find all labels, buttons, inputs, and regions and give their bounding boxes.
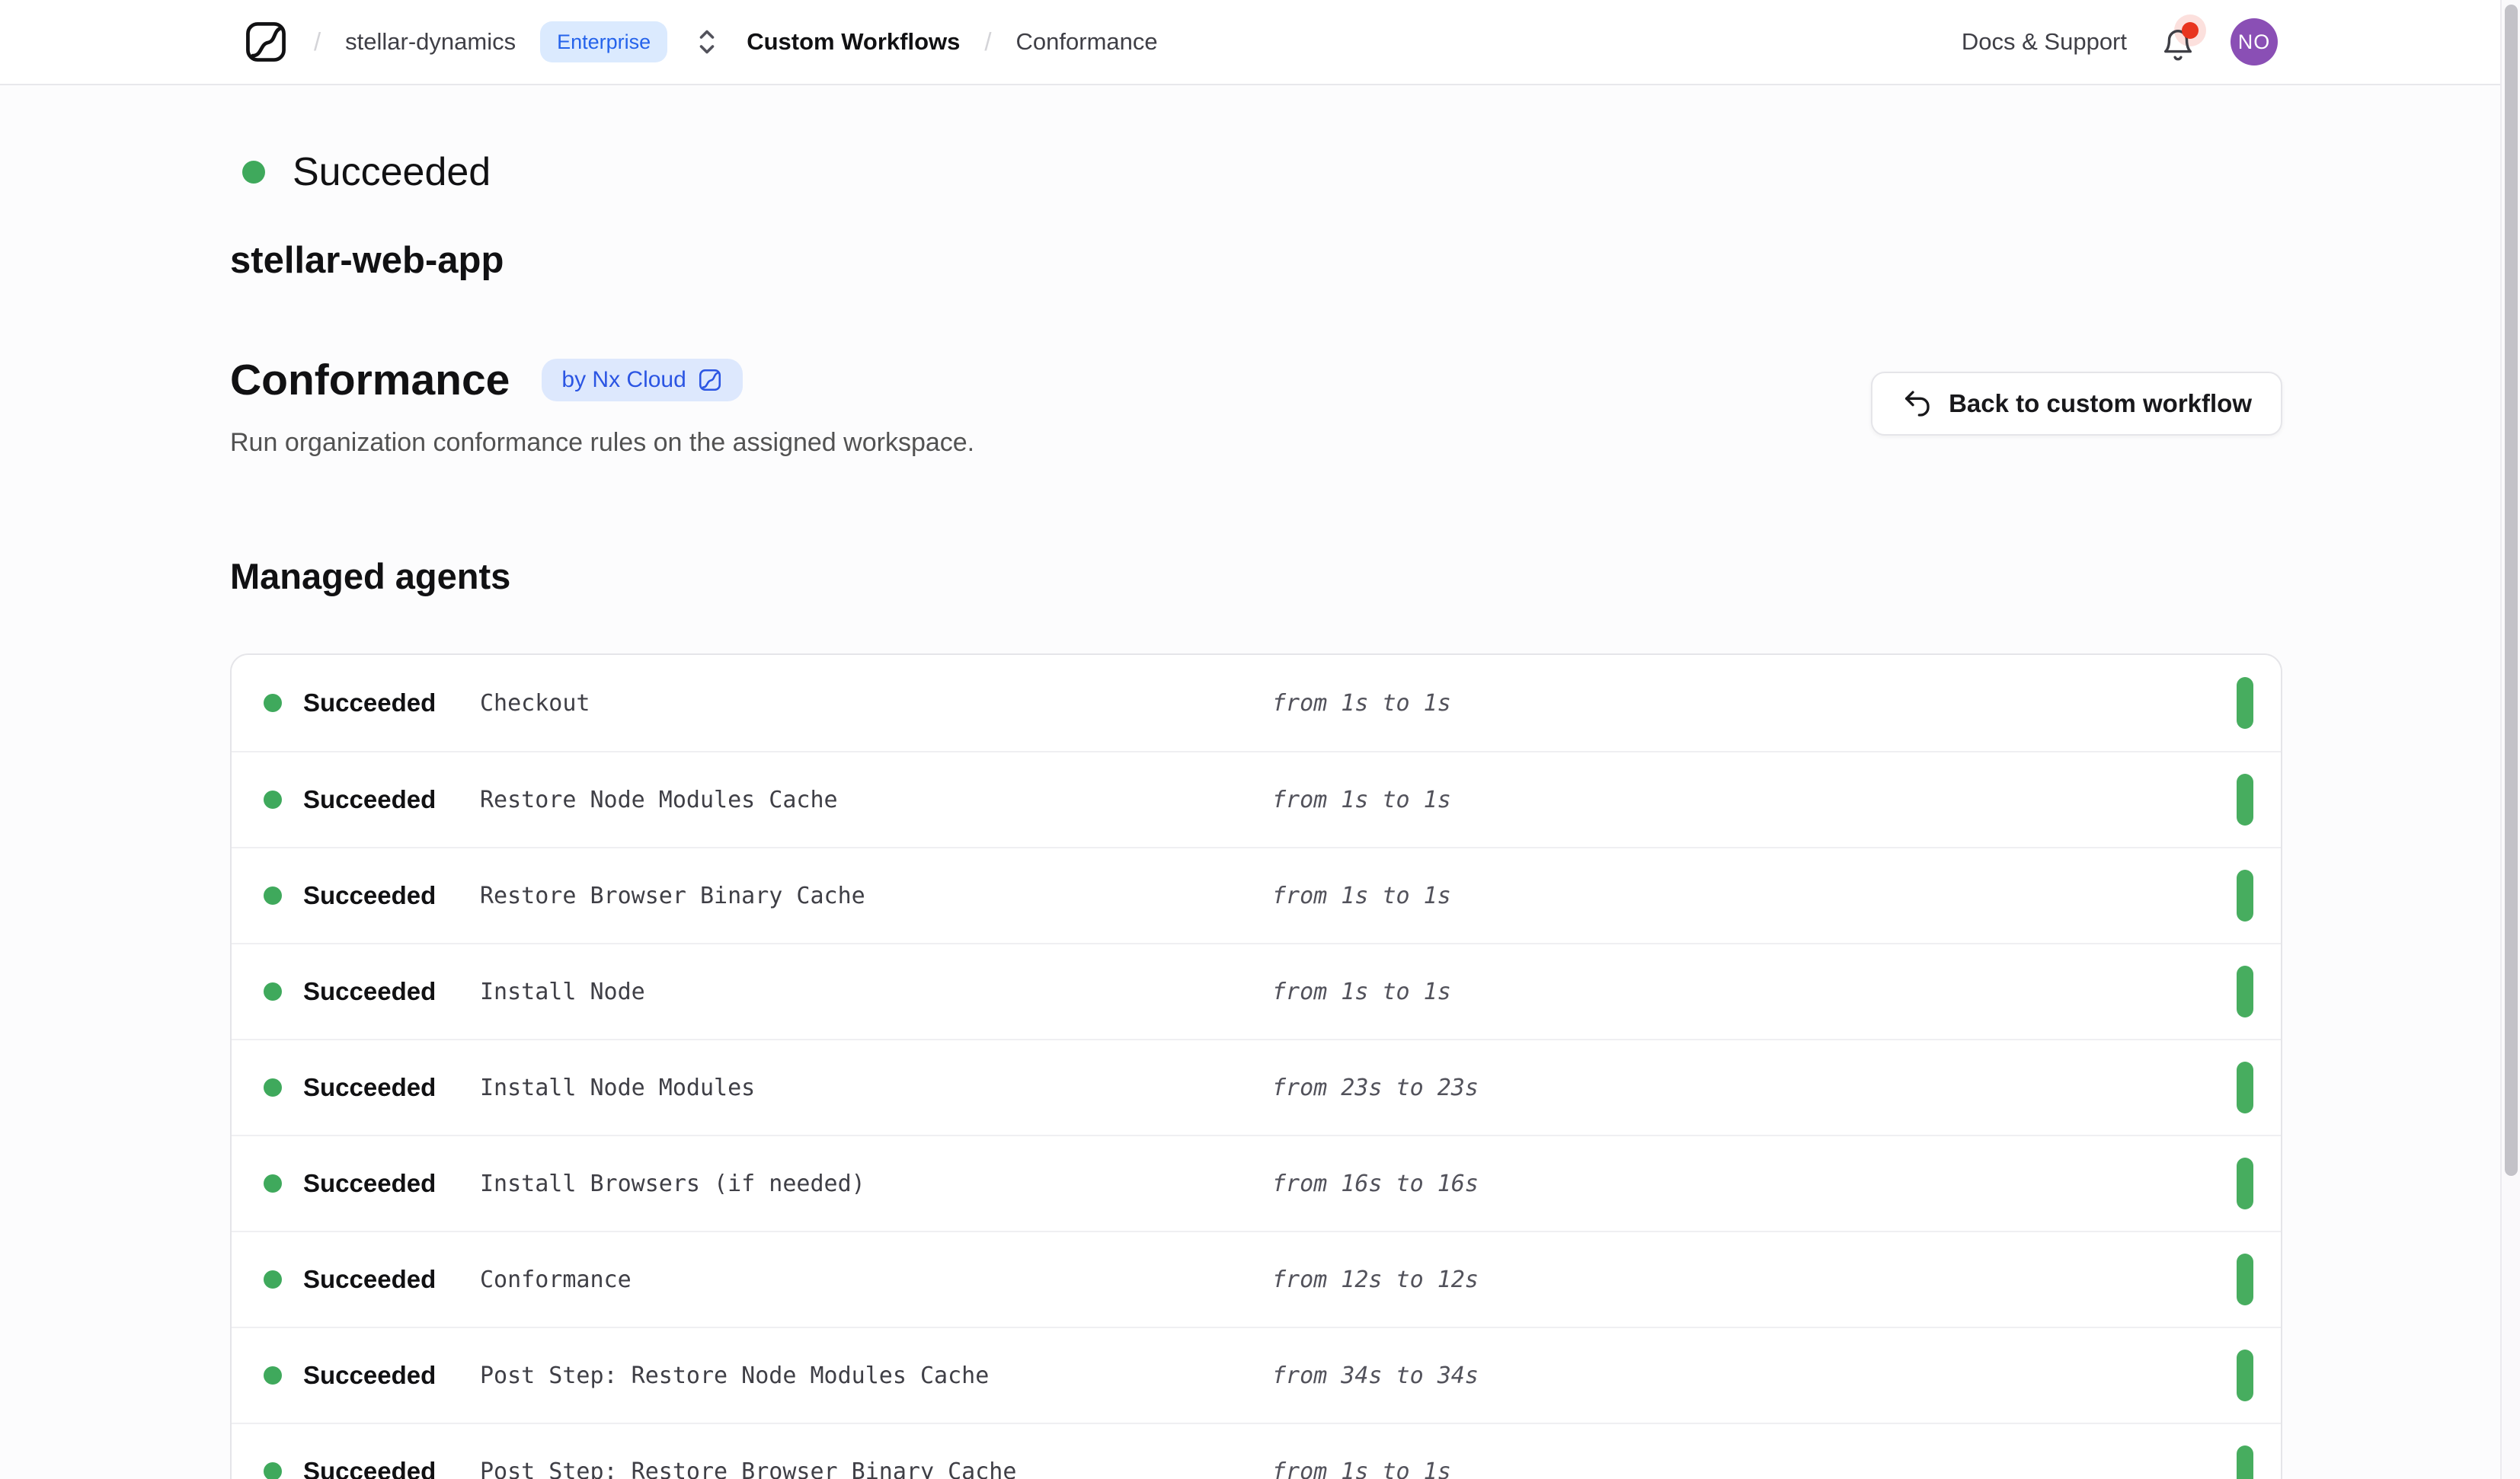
agent-step-row[interactable]: Succeeded Restore Browser Binary Cache f… xyxy=(232,847,2281,943)
by-nx-cloud-label: by Nx Cloud xyxy=(561,367,686,393)
agent-step-row[interactable]: Succeeded Install Node from 1s to 1s xyxy=(232,943,2281,1039)
managed-agents-heading: Managed agents xyxy=(230,555,2282,597)
agent-step-row[interactable]: Succeeded Restore Node Modules Cache fro… xyxy=(232,751,2281,847)
step-duration: from 34s to 34s xyxy=(1272,1328,1479,1423)
step-status-dot xyxy=(264,1078,282,1097)
agent-step-row[interactable]: Succeeded Post Step: Restore Node Module… xyxy=(232,1327,2281,1423)
nx-cloud-mini-logo-icon xyxy=(697,367,723,393)
step-status-label: Succeeded xyxy=(303,1040,436,1135)
agent-step-row[interactable]: Succeeded Install Node Modules from 23s … xyxy=(232,1039,2281,1135)
run-status: Succeeded xyxy=(242,149,2282,195)
step-name: Checkout xyxy=(480,655,590,751)
step-status-dot xyxy=(264,1366,282,1385)
back-to-custom-workflow-button[interactable]: Back to custom workflow xyxy=(1871,372,2282,436)
nx-cloud-logo-icon[interactable] xyxy=(242,18,289,65)
step-duration-bar xyxy=(2237,1254,2253,1305)
step-status-dot xyxy=(264,1174,282,1193)
step-status-label: Succeeded xyxy=(303,944,436,1039)
breadcrumb-page: Conformance xyxy=(1016,28,1158,56)
step-status-label: Succeeded xyxy=(303,1328,436,1423)
step-name: Restore Node Modules Cache xyxy=(480,752,838,847)
step-name: Post Step: Restore Node Modules Cache xyxy=(480,1328,989,1423)
step-duration: from 23s to 23s xyxy=(1272,1040,1479,1135)
step-name: Install Browsers (if needed) xyxy=(480,1136,865,1231)
user-avatar[interactable]: NO xyxy=(2231,18,2278,65)
step-status-label: Succeeded xyxy=(303,655,436,751)
header-actions: Docs & Support NO xyxy=(1962,18,2278,65)
step-duration: from 1s to 1s xyxy=(1272,752,1451,847)
step-status-dot xyxy=(264,982,282,1001)
step-status-label: Succeeded xyxy=(303,1232,436,1327)
enterprise-badge: Enterprise xyxy=(540,21,667,62)
success-status-dot xyxy=(242,161,265,184)
step-status-label: Succeeded xyxy=(303,1424,436,1479)
scrollbar-thumb[interactable] xyxy=(2505,5,2518,1176)
agent-step-row[interactable]: Succeeded Conformance from 12s to 12s xyxy=(232,1231,2281,1327)
breadcrumb: / stellar-dynamics Enterprise Custom Wor… xyxy=(242,18,1158,65)
back-arrow-icon xyxy=(1901,388,1932,419)
page-title: Conformance xyxy=(230,355,510,405)
step-status-dot xyxy=(264,886,282,905)
step-name: Install Node Modules xyxy=(480,1040,755,1135)
agent-step-row[interactable]: Succeeded Install Browsers (if needed) f… xyxy=(232,1135,2281,1231)
step-name: Conformance xyxy=(480,1232,632,1327)
notifications-bell-icon[interactable] xyxy=(2160,21,2197,63)
step-duration: from 16s to 16s xyxy=(1272,1136,1479,1231)
step-duration-bar xyxy=(2237,1445,2253,1479)
step-duration-bar xyxy=(2237,1158,2253,1209)
step-status-label: Succeeded xyxy=(303,752,436,847)
docs-support-link[interactable]: Docs & Support xyxy=(1962,28,2127,56)
step-status-dot xyxy=(264,791,282,809)
step-duration-bar xyxy=(2237,774,2253,826)
step-duration: from 12s to 12s xyxy=(1272,1232,1479,1327)
step-status-dot xyxy=(264,1270,282,1289)
workspace-app-name: stellar-web-app xyxy=(230,239,2282,282)
step-duration: from 1s to 1s xyxy=(1272,944,1451,1039)
breadcrumb-section[interactable]: Custom Workflows xyxy=(747,28,960,56)
notification-dot xyxy=(2182,22,2199,39)
step-name: Install Node xyxy=(480,944,645,1039)
run-status-label: Succeeded xyxy=(293,149,491,195)
agent-step-row[interactable]: Succeeded Checkout from 1s to 1s xyxy=(232,655,2281,751)
step-status-label: Succeeded xyxy=(303,848,436,943)
vertical-scrollbar[interactable] xyxy=(2500,0,2520,1479)
step-duration-bar xyxy=(2237,870,2253,922)
step-name: Restore Browser Binary Cache xyxy=(480,848,865,943)
breadcrumb-separator: / xyxy=(984,27,991,56)
top-navigation-bar: / stellar-dynamics Enterprise Custom Wor… xyxy=(0,0,2520,85)
step-duration: from 1s to 1s xyxy=(1272,848,1451,943)
step-duration-bar xyxy=(2237,677,2253,729)
step-duration-bar xyxy=(2237,1062,2253,1113)
agent-step-row[interactable]: Succeeded Post Step: Restore Browser Bin… xyxy=(232,1423,2281,1479)
step-duration: from 1s to 1s xyxy=(1272,1424,1451,1479)
breadcrumb-org[interactable]: stellar-dynamics xyxy=(345,28,516,56)
workspace-switcher-icon[interactable] xyxy=(692,22,722,62)
workflow-section: Conformance by Nx Cloud Run organization… xyxy=(230,355,2282,458)
step-status-dot xyxy=(264,694,282,712)
step-duration-bar xyxy=(2237,1350,2253,1401)
breadcrumb-separator: / xyxy=(314,27,321,56)
by-nx-cloud-badge[interactable]: by Nx Cloud xyxy=(542,359,742,401)
page-content: Succeeded stellar-web-app Conformance by… xyxy=(0,149,2520,1479)
step-status-dot xyxy=(264,1462,282,1479)
step-duration: from 1s to 1s xyxy=(1272,655,1451,751)
step-duration-bar xyxy=(2237,966,2253,1017)
back-button-label: Back to custom workflow xyxy=(1949,389,2252,418)
step-name: Post Step: Restore Browser Binary Cache xyxy=(480,1424,1016,1479)
managed-agents-list: Succeeded Checkout from 1s to 1s Succeed… xyxy=(230,653,2282,1479)
step-status-label: Succeeded xyxy=(303,1136,436,1231)
